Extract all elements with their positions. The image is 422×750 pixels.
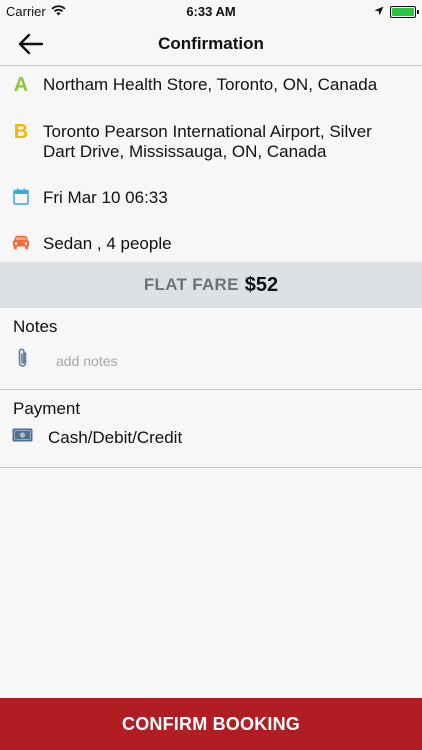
page-title: Confirmation <box>158 34 264 53</box>
dropoff-marker-icon: B <box>13 121 29 143</box>
fare-bar: FLAT FARE $52 <box>0 262 422 308</box>
battery-icon <box>390 5 419 18</box>
fare-label: FLAT FARE <box>143 275 239 294</box>
paperclip-icon <box>17 347 29 374</box>
dropoff-address: Toronto Pearson International Airport, S… <box>43 122 372 161</box>
payment-title: Payment <box>13 399 81 418</box>
fare-amount: $52 <box>244 273 279 296</box>
vehicle-info: Sedan , 4 people <box>43 234 172 253</box>
confirm-booking-button[interactable]: CONFIRM BOOKING <box>0 698 422 750</box>
notes-divider <box>0 389 422 390</box>
notes-input[interactable] <box>56 351 396 371</box>
pickup-datetime: Fri Mar 10 06:33 <box>43 188 168 207</box>
status-time: 6:33 AM <box>186 4 236 19</box>
cash-icon <box>12 428 33 447</box>
notes-title: Notes <box>13 317 58 336</box>
status-bar: Carrier 6:33 AM <box>0 0 422 22</box>
calendar-icon <box>12 188 30 210</box>
pickup-marker-icon: A <box>13 74 29 96</box>
car-icon <box>12 235 30 255</box>
pickup-address: Northam Health Store, Toronto, ON, Canad… <box>43 75 378 94</box>
nav-bar: Confirmation <box>0 22 422 66</box>
status-right <box>374 4 419 19</box>
payment-method: Cash/Debit/Credit <box>48 428 183 447</box>
payment-divider <box>0 467 422 468</box>
location-arrow-icon <box>374 4 384 19</box>
